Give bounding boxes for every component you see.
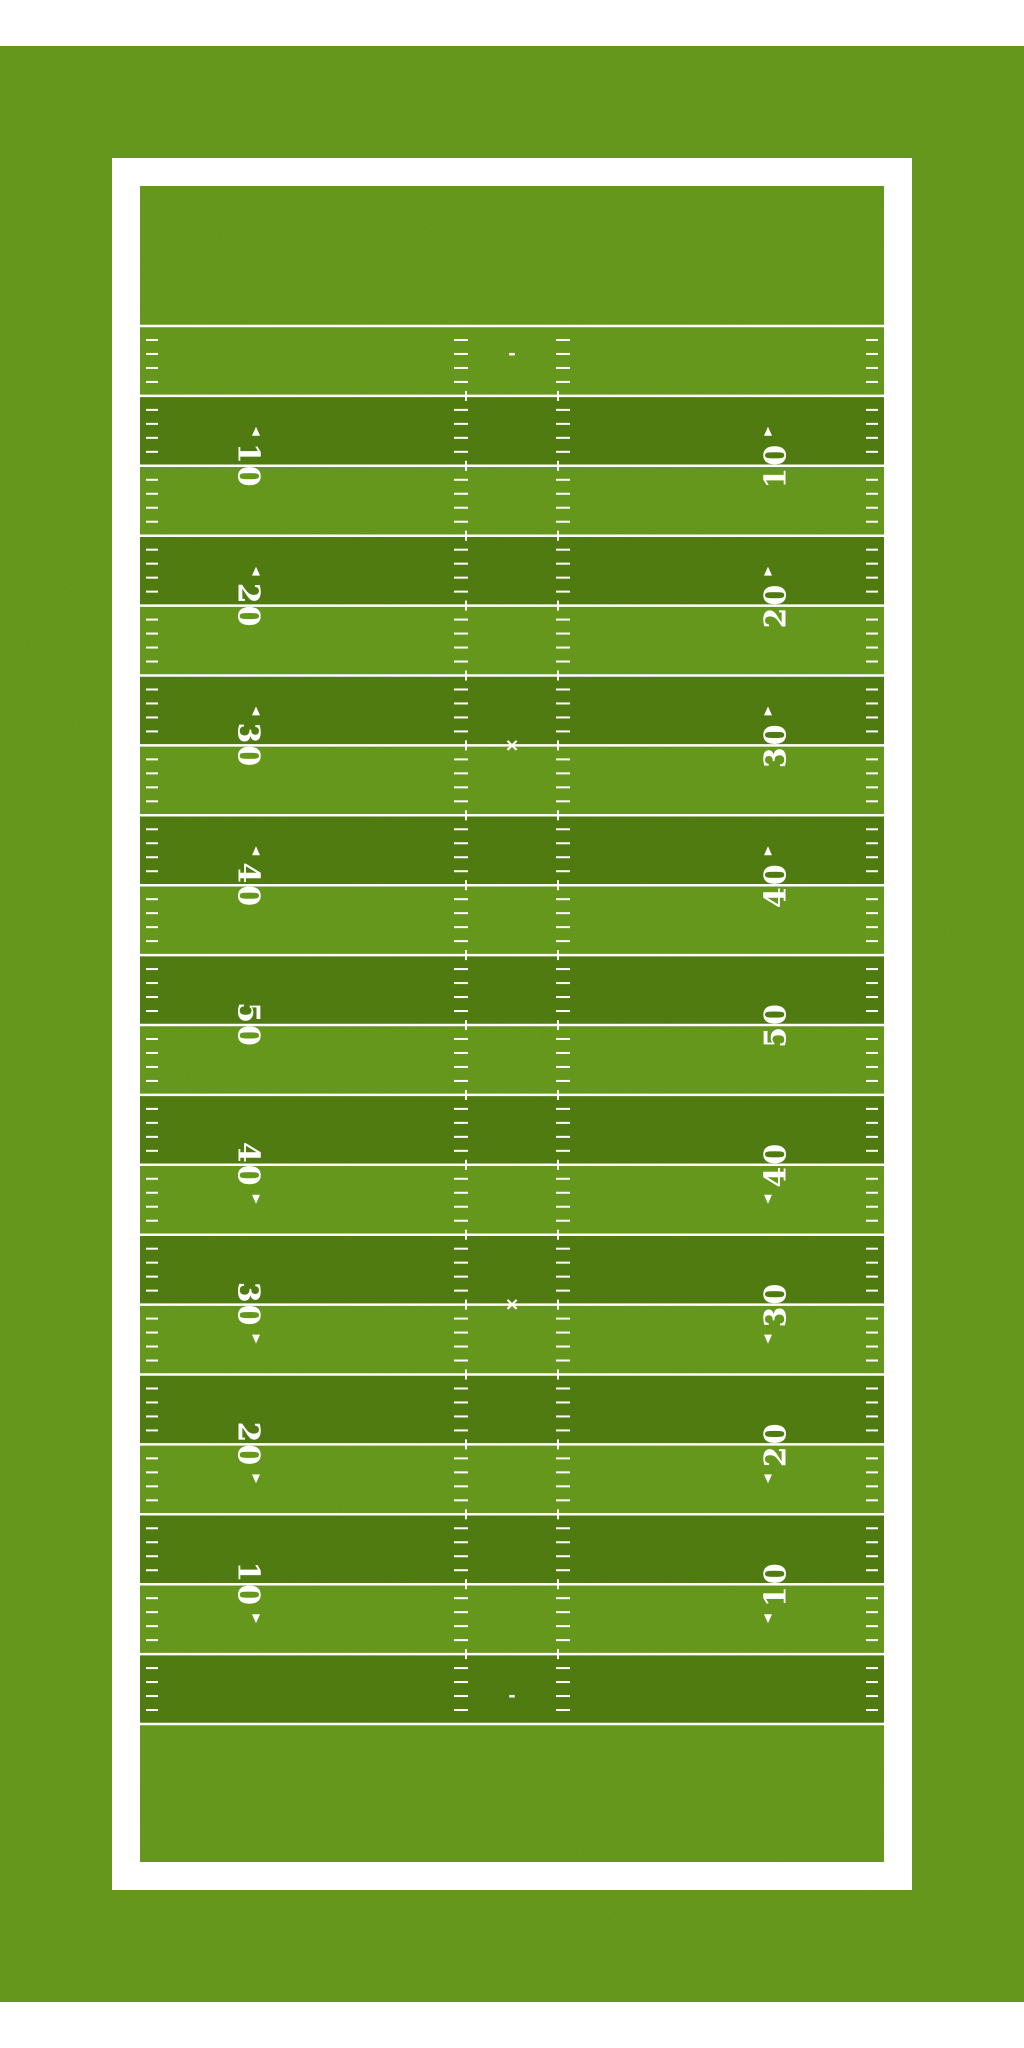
yard-number-left: 20: [231, 1422, 266, 1468]
yard-number-right: 40: [759, 1142, 794, 1188]
yard-number-right: 50: [759, 1002, 794, 1048]
yard-number-right: 30: [759, 1282, 794, 1328]
yard-number-right: 10: [759, 1561, 794, 1607]
yard-number-left: 40: [231, 1142, 266, 1188]
yard-number-left: 10: [231, 1561, 266, 1607]
pat-mark: -: [508, 343, 515, 364]
yard-number-right: 20: [759, 583, 794, 629]
yard-number-left: 20: [231, 583, 266, 629]
pat-mark: -: [508, 1686, 515, 1707]
yard-cross-mark: ×: [504, 735, 519, 756]
yard-number-left: 40: [231, 862, 266, 908]
football-field: 10 10 20 20 30 30 40 40 50 50 40 40 30 30 20 20 10 10 - - ×…: [0, 46, 1024, 2002]
yard-number-right: 10: [759, 443, 794, 489]
yard-number-right: 40: [759, 862, 794, 908]
yard-number-right: 30: [759, 723, 794, 769]
yard-cross-mark: ×: [504, 1294, 519, 1315]
yard-number-left: 10: [231, 443, 266, 489]
yard-number-left: 30: [231, 1282, 266, 1328]
yard-number-left: 30: [231, 723, 266, 769]
yard-number-left: 50: [231, 1002, 266, 1048]
yard-number-right: 20: [759, 1422, 794, 1468]
